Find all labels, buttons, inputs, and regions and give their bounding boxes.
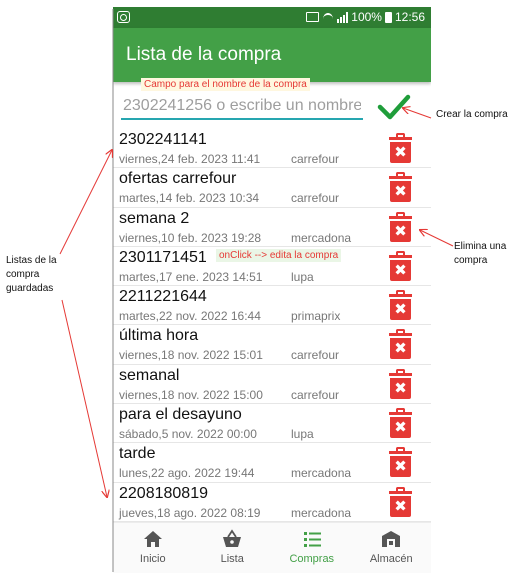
annotation-arrows — [59, 9, 454, 572]
